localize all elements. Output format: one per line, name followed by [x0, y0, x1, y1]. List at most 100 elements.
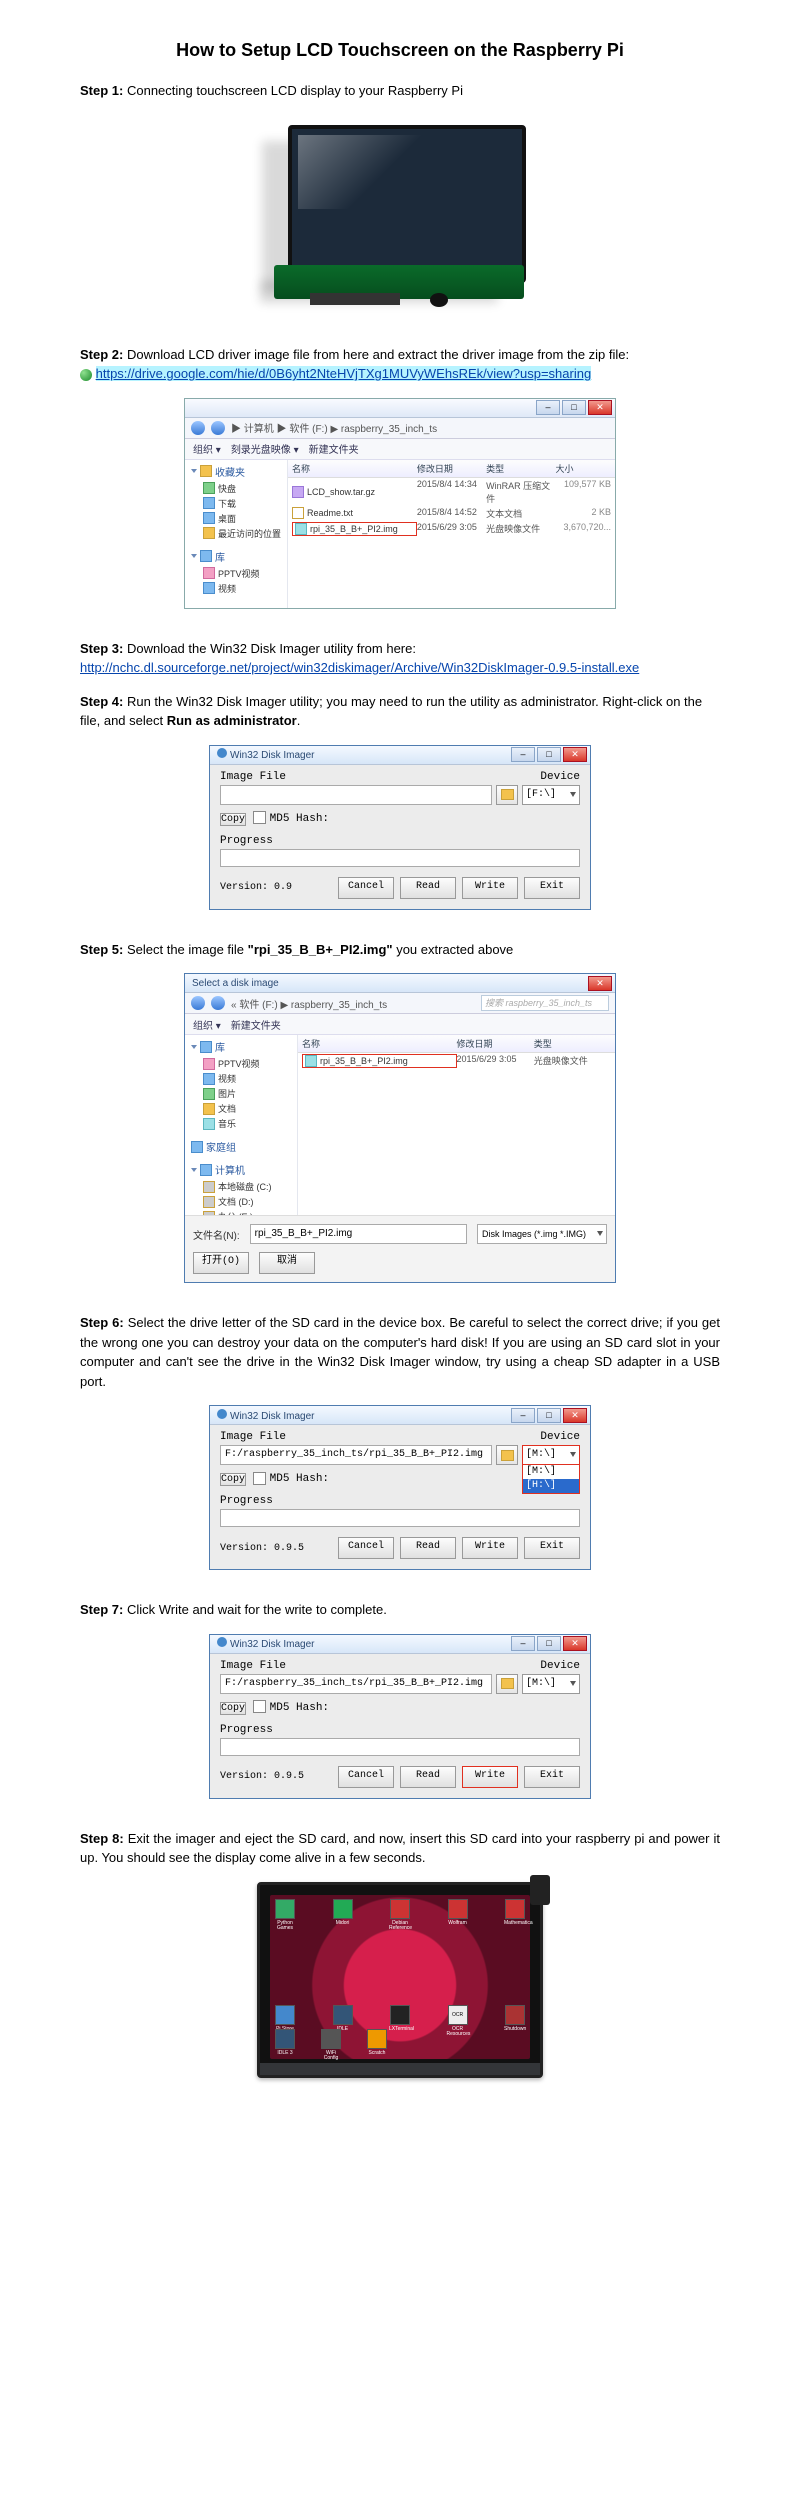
sidebar-item[interactable]: 文档 — [191, 1101, 291, 1116]
cancel-button[interactable]: 取消 — [259, 1252, 315, 1274]
image-path-input[interactable]: F:/raspberry_35_inch_ts/rpi_35_B_B+_PI2.… — [220, 1445, 492, 1465]
col-name[interactable]: 名称 — [302, 1037, 457, 1050]
desktop-icon[interactable]: Scratch — [366, 2029, 388, 2061]
toolbar-newfolder[interactable]: 新建文件夹 — [231, 1017, 281, 1032]
device-select[interactable]: [F:\] — [522, 785, 580, 805]
taskbar[interactable] — [260, 2063, 540, 2075]
col-name[interactable]: 名称 — [292, 462, 417, 475]
sidebar-item[interactable]: PPTV视频 — [191, 1056, 291, 1071]
md5-checkbox[interactable] — [253, 1700, 266, 1713]
back-icon[interactable] — [191, 421, 205, 435]
write-button[interactable]: Write — [462, 1537, 518, 1559]
close-button[interactable]: ✕ — [563, 1408, 587, 1423]
file-row[interactable]: LCD_show.tar.gz 2015/8/4 14:34WinRAR 压缩文… — [288, 478, 615, 506]
read-button[interactable]: Read — [400, 1537, 456, 1559]
path-text[interactable]: « 软件 (F:) ▶ raspberry_35_inch_ts — [231, 996, 387, 1011]
device-select[interactable]: [M:\] [M:\] [H:\] — [522, 1445, 580, 1465]
browse-button[interactable] — [496, 1445, 518, 1465]
filter-select[interactable]: Disk Images (*.img *.IMG) — [477, 1224, 607, 1244]
copy-button[interactable]: Copy — [220, 813, 246, 826]
sidebar-item[interactable]: 办公 (E:) — [191, 1209, 291, 1215]
image-path-input[interactable]: F:/raspberry_35_inch_ts/rpi_35_B_B+_PI2.… — [220, 1674, 492, 1694]
device-option-selected[interactable]: [H:\] — [523, 1479, 579, 1493]
sidebar-item[interactable]: 快盘 — [191, 481, 281, 496]
desktop-icon[interactable]: Python Games — [274, 1899, 296, 1931]
maximize-button[interactable]: □ — [562, 400, 586, 415]
close-button[interactable]: ✕ — [588, 976, 612, 991]
browse-button[interactable] — [496, 1674, 518, 1694]
minimize-button[interactable]: – — [511, 1636, 535, 1651]
forward-icon[interactable] — [211, 421, 225, 435]
sidebar-favorites[interactable]: 收藏夹 — [215, 464, 245, 479]
col-date[interactable]: 修改日期 — [417, 462, 486, 475]
step-2-link[interactable]: https://drive.google.com/hie/d/0B6yht2Nt… — [96, 366, 592, 381]
col-date[interactable]: 修改日期 — [457, 1037, 534, 1050]
sidebar-item[interactable]: 文档 (D:) — [191, 1194, 291, 1209]
search-input[interactable]: 搜索 raspberry_35_inch_ts — [481, 995, 609, 1011]
sidebar-item[interactable]: 视频 — [191, 1071, 291, 1086]
address-bar[interactable]: ▶ 计算机 ▶ 软件 (F:) ▶ raspberry_35_inch_ts — [185, 418, 615, 439]
desktop-icon[interactable]: LXTerminal — [389, 2005, 411, 2037]
browse-button[interactable] — [496, 785, 518, 805]
sidebar-item[interactable]: 最近访问的位置 — [191, 526, 281, 541]
cancel-button[interactable]: Cancel — [338, 877, 394, 899]
exit-button[interactable]: Exit — [524, 1766, 580, 1788]
sidebar-item[interactable]: 本地磁盘 (C:) — [191, 1179, 291, 1194]
file-row[interactable]: rpi_35_B_B+_PI2.img 2015/6/29 3:05光盘映像文件 — [298, 1053, 615, 1069]
desktop-icon[interactable]: Debian Reference — [389, 1899, 411, 1931]
toolbar-burn[interactable]: 刻录光盘映像 ▾ — [231, 441, 299, 456]
md5-checkbox[interactable] — [253, 1472, 266, 1485]
device-dropdown[interactable]: [M:\] [H:\] — [522, 1464, 580, 1494]
copy-button[interactable]: Copy — [220, 1473, 246, 1486]
maximize-button[interactable]: □ — [537, 747, 561, 762]
read-button[interactable]: Read — [400, 877, 456, 899]
forward-icon[interactable] — [211, 996, 225, 1010]
sidebar-item[interactable]: 图片 — [191, 1086, 291, 1101]
open-button[interactable]: 打开(O) — [193, 1252, 249, 1274]
sidebar-item[interactable]: 桌面 — [191, 511, 281, 526]
close-button[interactable]: ✕ — [563, 747, 587, 762]
write-button[interactable]: Write — [462, 1766, 518, 1788]
sidebar-item[interactable]: 视频 — [191, 581, 281, 596]
read-button[interactable]: Read — [400, 1766, 456, 1788]
image-path-input[interactable] — [220, 785, 492, 805]
cancel-button[interactable]: Cancel — [338, 1766, 394, 1788]
sidebar-item[interactable]: 音乐 — [191, 1116, 291, 1131]
toolbar-organize[interactable]: 组织 ▾ — [193, 1017, 221, 1032]
desktop-icon[interactable]: Shutdown — [504, 2005, 526, 2037]
toolbar-organize[interactable]: 组织 ▾ — [193, 441, 221, 456]
device-select[interactable]: [M:\] — [522, 1674, 580, 1694]
file-row[interactable]: Readme.txt 2015/8/4 14:52文本文档2 KB — [288, 506, 615, 521]
desktop-icon[interactable]: Wolfram — [447, 1899, 469, 1931]
write-button[interactable]: Write — [462, 877, 518, 899]
close-button[interactable]: ✕ — [588, 400, 612, 415]
desktop-icon[interactable]: Mathematica — [504, 1899, 526, 1931]
desktop-icon[interactable]: OCROCR Resources — [447, 2005, 469, 2037]
step-3-link[interactable]: http://nchc.dl.sourceforge.net/project/w… — [80, 660, 639, 675]
file-row[interactable]: rpi_35_B_B+_PI2.img 2015/6/29 3:05光盘映像文件… — [288, 521, 615, 537]
minimize-button[interactable]: – — [536, 400, 560, 415]
back-icon[interactable] — [191, 996, 205, 1010]
desktop-icon[interactable]: Midori — [332, 1899, 354, 1931]
sidebar-item[interactable]: PPTV视频 — [191, 566, 281, 581]
toolbar-newfolder[interactable]: 新建文件夹 — [309, 441, 359, 456]
close-button[interactable]: ✕ — [563, 1636, 587, 1651]
sidebar-libraries[interactable]: 库 — [215, 1039, 225, 1054]
exit-button[interactable]: Exit — [524, 877, 580, 899]
desktop-icon[interactable]: IDLE 3 — [274, 2029, 296, 2061]
copy-button[interactable]: Copy — [220, 1702, 246, 1715]
minimize-button[interactable]: – — [511, 1408, 535, 1423]
minimize-button[interactable]: – — [511, 747, 535, 762]
filename-input[interactable]: rpi_35_B_B+_PI2.img — [250, 1224, 467, 1244]
sidebar-homegroup[interactable]: 家庭组 — [206, 1139, 236, 1154]
md5-checkbox[interactable] — [253, 811, 266, 824]
col-type[interactable]: 类型 — [534, 1037, 611, 1050]
col-type[interactable]: 类型 — [486, 462, 555, 475]
exit-button[interactable]: Exit — [524, 1537, 580, 1559]
col-size[interactable]: 大小 — [556, 462, 611, 475]
sidebar-computer[interactable]: 计算机 — [215, 1162, 245, 1177]
desktop-icon[interactable]: WiFi Config — [320, 2029, 342, 2061]
sidebar-libraries[interactable]: 库 — [215, 549, 225, 564]
cancel-button[interactable]: Cancel — [338, 1537, 394, 1559]
device-option[interactable]: [M:\] — [523, 1465, 579, 1479]
